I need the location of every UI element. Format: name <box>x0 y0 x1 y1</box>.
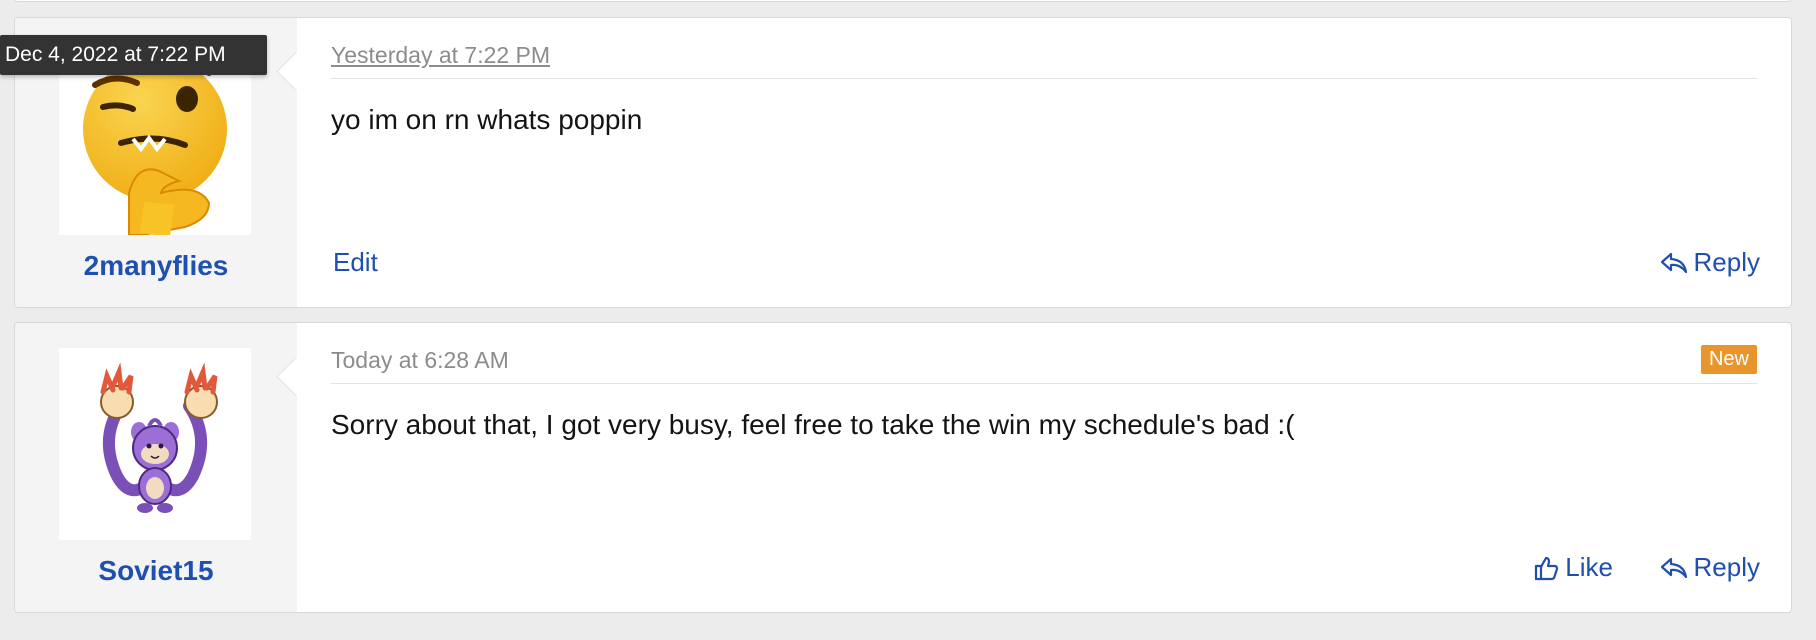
ambipom-sprite-avatar[interactable] <box>59 348 251 540</box>
reply-button[interactable]: Reply <box>1660 552 1760 583</box>
post: 2manyflies Yesterday at 7:22 PM yo im on… <box>14 17 1792 308</box>
username-link[interactable]: 2manyflies <box>15 250 297 282</box>
reply-icon <box>1660 252 1687 273</box>
like-button[interactable]: Like <box>1533 552 1613 583</box>
reply-icon <box>1660 557 1687 578</box>
post-meta: Yesterday at 7:22 PM <box>331 38 1757 79</box>
post-date-link[interactable]: Yesterday at 7:22 PM <box>331 42 550 69</box>
reply-label: Reply <box>1693 247 1760 277</box>
username-link[interactable]: Soviet15 <box>15 555 297 587</box>
edit-label: Edit <box>333 247 378 277</box>
new-badge: New <box>1700 345 1757 374</box>
previous-post-edge <box>14 0 1792 2</box>
thumbs-up-icon <box>1535 556 1559 580</box>
post-meta: Today at 6:28 AM New <box>331 343 1757 384</box>
post-main-cell: Today at 6:28 AM New Sorry about that, I… <box>297 323 1791 612</box>
thread-page: 2manyflies Yesterday at 7:22 PM yo im on… <box>0 0 1816 640</box>
reply-label: Reply <box>1693 552 1760 582</box>
edit-button[interactable]: Edit <box>333 247 378 278</box>
post-main-cell: Yesterday at 7:22 PM yo im on rn whats p… <box>297 18 1791 307</box>
like-label: Like <box>1565 552 1613 582</box>
post-message: Sorry about that, I got very busy, feel … <box>331 409 1295 440</box>
post-message: yo im on rn whats poppin <box>331 104 643 135</box>
reply-button[interactable]: Reply <box>1660 247 1760 278</box>
date-tooltip: Dec 4, 2022 at 7:22 PM <box>0 35 267 75</box>
post-user-cell: Soviet15 <box>15 323 297 612</box>
post-date-link[interactable]: Today at 6:28 AM <box>331 347 509 374</box>
post: Soviet15 Today at 6:28 AM New Sorry abou… <box>14 322 1792 613</box>
